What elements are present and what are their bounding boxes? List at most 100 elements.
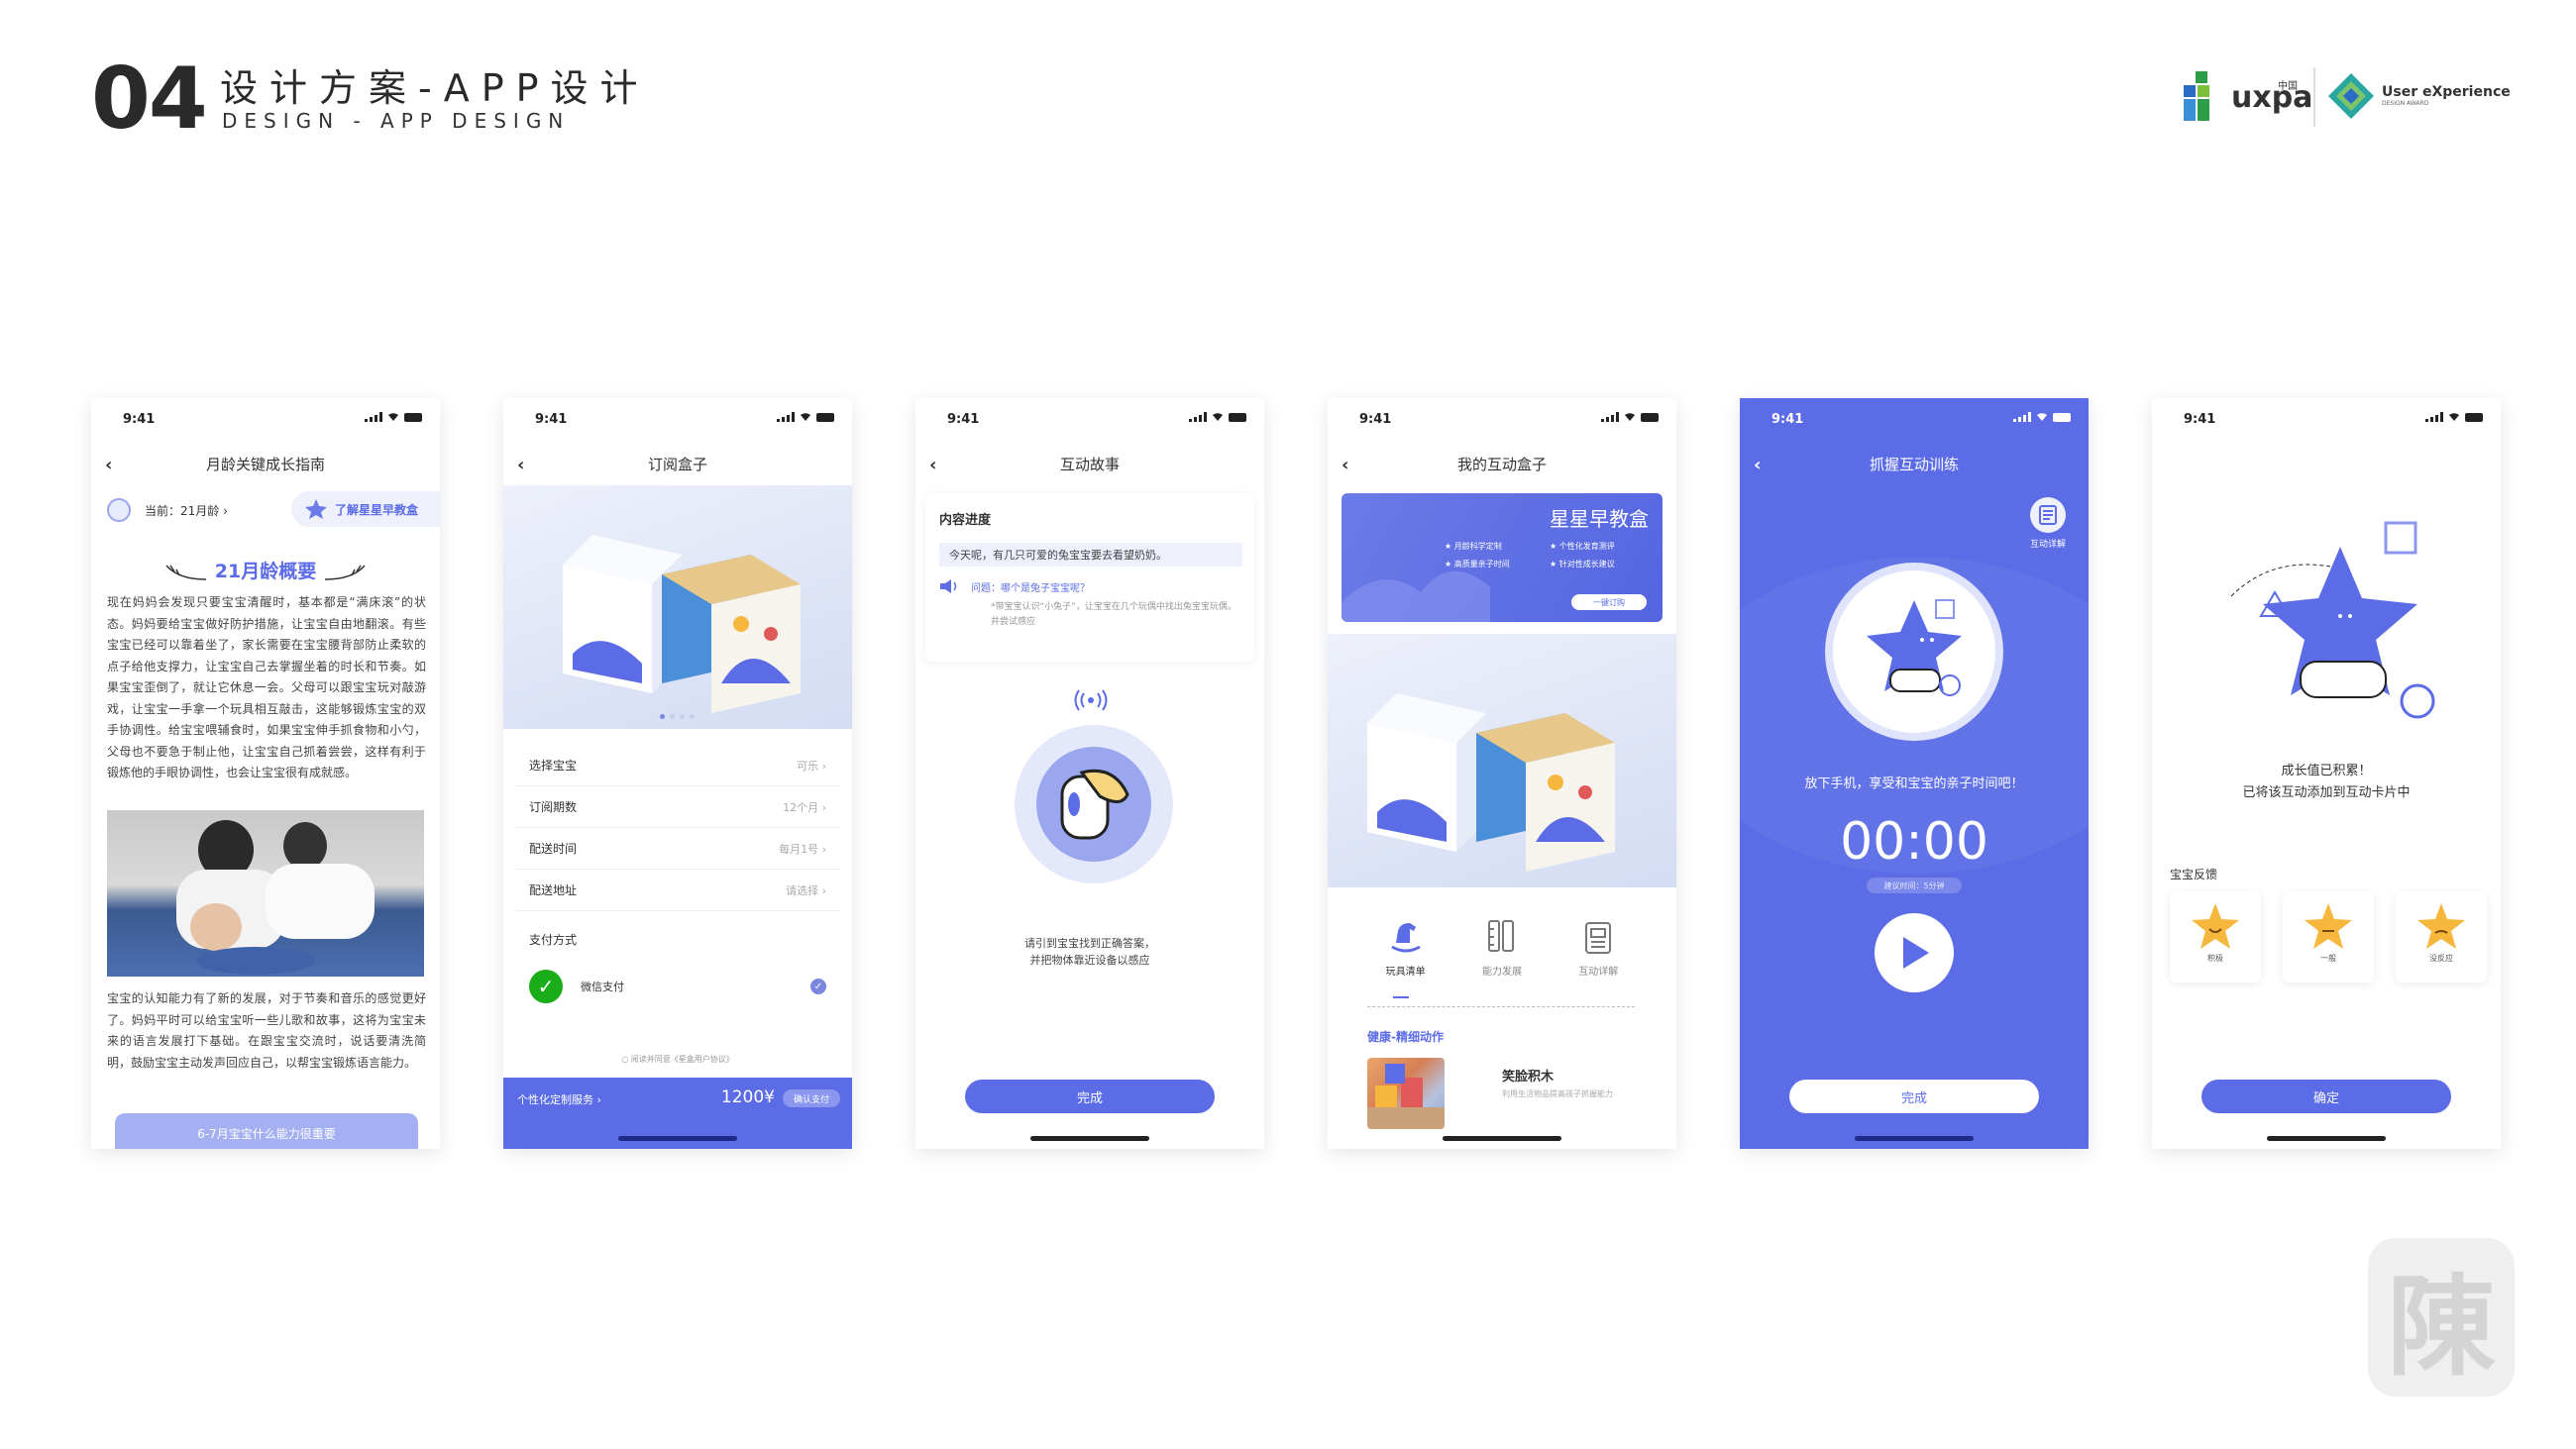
wifi-icon: [2037, 413, 2047, 421]
active-tab-indicator: [1393, 996, 1409, 998]
recommended-time: 建议时间：5分钟: [1867, 878, 1962, 893]
one-click-order-button[interactable]: 一键订购: [1571, 594, 1647, 610]
content-progress-card: 内容进度 今天呢，有几只可爱的兔宝宝要去看望奶奶。 问题：哪个是兔子宝宝呢？ *…: [925, 493, 1254, 662]
nav-bar: ‹ 互动故事: [915, 442, 1264, 485]
done-button[interactable]: 完成: [1789, 1080, 2039, 1113]
promo-banner[interactable]: 星星早教盒 ★ 月龄科学定制 ★ 个性化发育测评 ★ 高质量亲子时间 ★ 针对性…: [1342, 493, 1663, 622]
box-photo: [1328, 634, 1676, 887]
row-delivery-time[interactable]: 配送时间 每月1号 ›: [515, 828, 840, 870]
tab-label: 玩具清单: [1385, 967, 1426, 978]
home-indicator: [1030, 1136, 1149, 1141]
feedback-neutral[interactable]: 一般: [2283, 891, 2374, 983]
wechat-pay-option[interactable]: ✓ 微信支付 ✓: [515, 957, 840, 1016]
guide-line-2: 并把物体靠近设备以感应: [1029, 954, 1150, 967]
section-subtitle: DESIGN - APP DESIGN: [222, 109, 571, 133]
story-text: 今天呢，有几只可爱的兔宝宝要去看望奶奶。: [939, 543, 1242, 567]
interaction-detail-button[interactable]: 互动详解: [2023, 497, 2073, 550]
row-label: 配送地址: [529, 883, 578, 897]
ux-award-sub: DESIGN AWARD: [2382, 100, 2429, 107]
star-mascot-illustration: [2230, 521, 2435, 719]
star-mascot-icon: [1867, 599, 1962, 696]
status-icons: [2425, 412, 2483, 422]
status-time: 9:41: [1771, 412, 1804, 427]
question-hint: *带宝宝认识“小兔子”，让宝宝在几个玩偶中找出兔宝宝玩偶，并尝试感应: [991, 602, 1236, 627]
battery-icon: [404, 412, 422, 422]
question-row[interactable]: 问题：哪个是兔子宝宝呢？: [939, 578, 1090, 594]
confirm-button[interactable]: 确定: [2201, 1080, 2451, 1113]
row-select-baby[interactable]: 选择宝宝 可乐 ›: [515, 745, 840, 786]
nav-title: 我的互动盒子: [1456, 455, 1547, 473]
mascot-circle: [1825, 563, 2003, 741]
back-icon[interactable]: ‹: [1754, 455, 1761, 475]
status-icons: [1601, 412, 1659, 422]
tab-interaction-detail[interactable]: 互动详解: [1563, 913, 1633, 978]
ability-guide-button[interactable]: 6-7月宝宝什么能力很重要: [115, 1113, 418, 1149]
back-icon[interactable]: ‹: [929, 455, 936, 475]
signal-icon: [2425, 412, 2443, 422]
current-age-label: 当前：21月龄 ›: [145, 503, 228, 518]
pay-method-title: 支付方式: [529, 933, 578, 947]
toy-blocks-illustration: [1367, 1064, 1445, 1129]
nav-bar: ‹ 我的互动盒子: [1328, 442, 1676, 485]
page: 04 设计方案-APP设计 DESIGN - APP DESIGN uxpa 中…: [0, 0, 2576, 1449]
banner-title: 星星早教盒: [1550, 507, 1649, 531]
sensing-guide: 请引到宝宝找到正确答案， 并把物体靠近设备以感应: [915, 935, 1264, 969]
row-label: 订阅期数: [529, 800, 578, 814]
custom-service-link[interactable]: 个性化定制服务 ›: [517, 1091, 601, 1107]
feedback-no-reaction[interactable]: 没反应: [2396, 891, 2487, 983]
play-button[interactable]: [1875, 913, 1954, 992]
banner-feature-2: ★ 个性化发育测评: [1550, 542, 1615, 551]
back-icon[interactable]: ‹: [105, 455, 112, 475]
battery-icon: [2465, 412, 2483, 422]
row-label: 配送时间: [529, 842, 578, 856]
product-carousel[interactable]: [503, 485, 852, 729]
status-icons: [1189, 412, 1246, 422]
nav-bar: ‹ 抓握互动训练: [1740, 442, 2089, 485]
status-time: 9:41: [535, 412, 568, 427]
toy-thumbnail[interactable]: [1367, 1058, 1445, 1129]
status-bar: 9:41: [2152, 398, 2501, 442]
banner-feature-4: ★ 针对性成长建议: [1550, 560, 1615, 569]
wifi-icon: [1213, 413, 1223, 421]
status-time: 9:41: [1359, 412, 1392, 427]
feedback-positive[interactable]: 积极: [2170, 891, 2261, 983]
carousel-dots: [660, 714, 695, 719]
star-neutral-icon: [2305, 903, 2352, 949]
parent-child-photo: [107, 810, 424, 977]
feedback-label: 没反应: [2429, 954, 2453, 963]
divider: [1367, 1006, 1635, 1007]
back-icon[interactable]: ‹: [517, 455, 524, 475]
uxpa-logo-cn: 中国: [2278, 81, 2298, 92]
row-value: 可乐 ›: [797, 759, 826, 773]
battery-icon: [2053, 412, 2071, 422]
nav-bar: ‹ 订阅盒子: [503, 442, 852, 485]
nav-title: 月龄关键成长指南: [205, 455, 325, 473]
battery-icon: [816, 412, 834, 422]
wifi-icon: [388, 413, 398, 421]
rocking-horse-icon: [1390, 923, 1421, 953]
row-subscribe-period[interactable]: 订阅期数 12个月 ›: [515, 786, 840, 828]
screen-growth-result: 9:41 成长值已积累！ 已将该互动添加到互动卡片中 宝宝反馈 积极 一般 没反…: [2152, 398, 2501, 1149]
signal-icon: [1189, 412, 1207, 422]
confirm-pay-button[interactable]: 确认支付: [783, 1089, 840, 1107]
tab-ability[interactable]: 能力发展: [1467, 913, 1537, 978]
home-indicator: [618, 1136, 737, 1141]
agreement-checkbox[interactable]: ○ 阅读并同意《星盒用户协议》: [503, 1054, 852, 1065]
learn-box-tag[interactable]: 了解星星早教盒: [291, 491, 440, 527]
screen-growth-guide: 9:41 ‹ 月龄关键成长指南 当前：21月龄 › 了解星星早教盒 21月龄概要…: [91, 398, 440, 1149]
laurel-left-icon: [165, 564, 207, 580]
done-button[interactable]: 完成: [965, 1080, 1215, 1113]
checkout-bar: 个性化定制服务 › 1200¥ 确认支付: [503, 1078, 852, 1149]
tab-toy-list[interactable]: 玩具清单: [1371, 913, 1441, 978]
status-bar: 9:41: [1328, 398, 1676, 442]
nav-title: 互动故事: [1059, 455, 1120, 473]
sensing-area[interactable]: [1015, 725, 1173, 883]
back-icon[interactable]: ‹: [1342, 455, 1348, 475]
baby-avatar: [107, 498, 131, 522]
category-title: 健康-精细动作: [1367, 1030, 1444, 1044]
row-delivery-address[interactable]: 配送地址 请选择 ›: [515, 870, 840, 911]
wifi-icon: [801, 413, 810, 421]
summary-paragraph-2: 宝宝的认知能力有了新的发展，对于节奏和音乐的感觉更好了。妈妈平时可以给宝宝听一些…: [107, 991, 426, 1070]
wechat-pay-icon: ✓: [529, 970, 563, 1003]
speaker-icon: [940, 579, 957, 593]
